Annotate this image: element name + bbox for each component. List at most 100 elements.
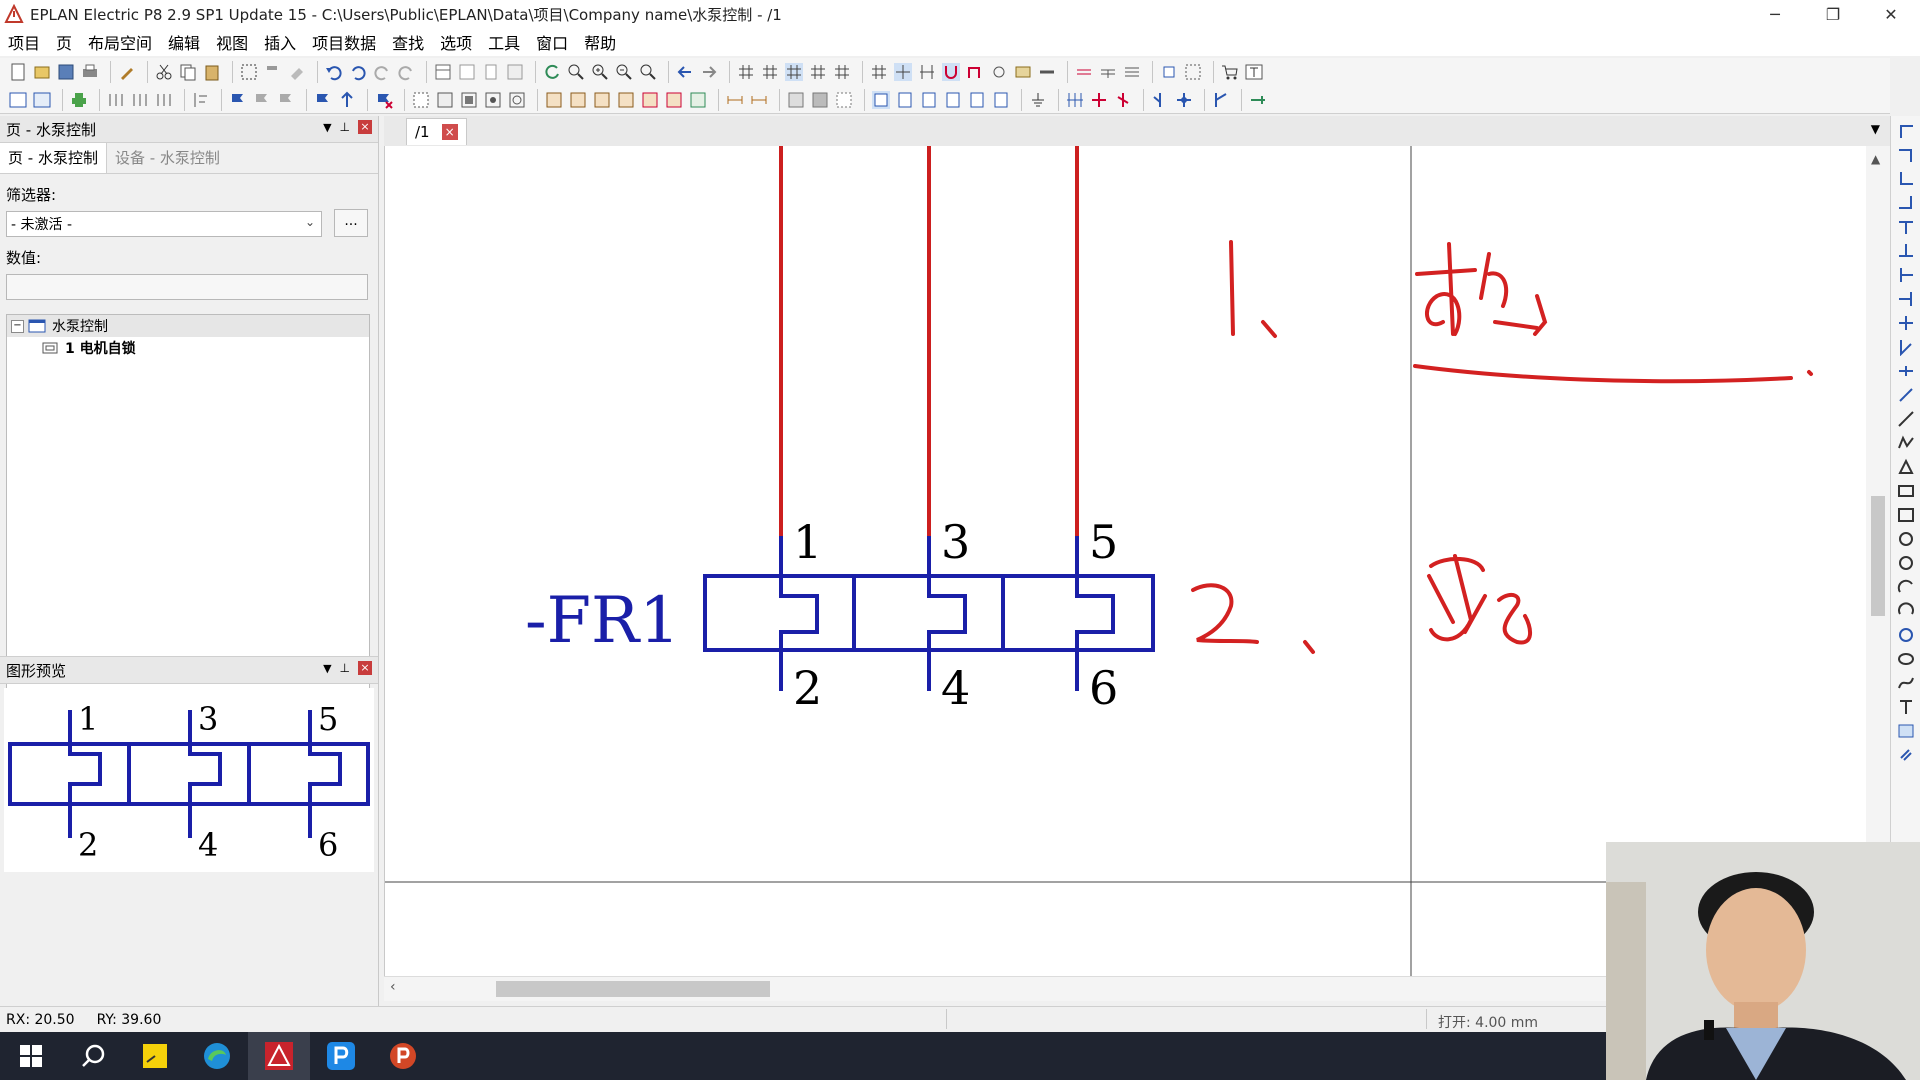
arc-3pt-icon[interactable] — [1897, 602, 1915, 620]
menu-insert[interactable]: 插入 — [256, 30, 304, 54]
connection-node-icon[interactable] — [1174, 90, 1194, 110]
menu-layout-space[interactable]: 布局空间 — [80, 30, 160, 54]
undo-icon[interactable] — [324, 62, 344, 82]
vertical-scroll-thumb[interactable] — [1871, 496, 1885, 616]
tee-left-icon[interactable] — [1897, 290, 1915, 308]
snap-object-icon[interactable] — [893, 62, 913, 82]
minimize-button[interactable]: ─ — [1746, 0, 1804, 28]
cross-ref-icon[interactable] — [337, 90, 357, 110]
corner-tl-icon[interactable] — [1897, 122, 1915, 140]
number-1-icon[interactable] — [106, 90, 126, 110]
value-input[interactable] — [6, 274, 368, 300]
black-box-icon[interactable] — [459, 90, 479, 110]
taskbar-powerpoint[interactable] — [372, 1032, 434, 1080]
menu-view[interactable]: 视图 — [208, 30, 256, 54]
menu-window[interactable]: 窗口 — [528, 30, 576, 54]
taskbar-search-button[interactable] — [62, 1032, 124, 1080]
tab-list-dropdown-icon[interactable]: ▼ — [1871, 122, 1880, 136]
corner-bl-icon[interactable] — [1897, 170, 1915, 188]
eraser-icon[interactable] — [287, 62, 307, 82]
link-icon[interactable] — [1248, 90, 1268, 110]
refresh-icon[interactable] — [542, 62, 562, 82]
zoom-window-icon[interactable] — [566, 62, 586, 82]
device-select-icon[interactable] — [411, 90, 431, 110]
report-b-icon[interactable] — [568, 90, 588, 110]
page-table-icon[interactable] — [457, 62, 477, 82]
menu-edit[interactable]: 编辑 — [160, 30, 208, 54]
text-frame-icon[interactable] — [1244, 62, 1264, 82]
interrupt-point-icon[interactable] — [313, 90, 333, 110]
close-panel-icon[interactable]: × — [358, 661, 372, 675]
device-tag-label[interactable]: -FR1 — [525, 584, 680, 658]
report-a-icon[interactable] — [544, 90, 564, 110]
page-move-icon[interactable] — [919, 90, 939, 110]
filter-more-button[interactable]: ... — [334, 209, 368, 237]
hatch-b-icon[interactable] — [810, 90, 830, 110]
scroll-up-icon[interactable]: ▲ — [1871, 152, 1880, 166]
save-icon[interactable] — [56, 62, 76, 82]
bus-icon[interactable] — [1074, 62, 1094, 82]
terminal-icon[interactable] — [1159, 62, 1179, 82]
report-d-icon[interactable] — [616, 90, 636, 110]
sector-icon[interactable] — [1897, 626, 1915, 644]
cross-icon[interactable] — [1897, 314, 1915, 332]
image-icon[interactable] — [1897, 722, 1915, 740]
potential-icon[interactable] — [1098, 62, 1118, 82]
menu-options[interactable]: 选项 — [432, 30, 480, 54]
hatch-a-icon[interactable] — [786, 90, 806, 110]
image-frame-icon[interactable] — [1897, 506, 1915, 524]
symbol-icon[interactable] — [989, 62, 1009, 82]
rectangle-icon[interactable] — [1897, 482, 1915, 500]
zoom-in-icon[interactable] — [590, 62, 610, 82]
taskbar-p-app[interactable] — [310, 1032, 372, 1080]
filter-select[interactable]: - 未激活 - ⌄ — [6, 211, 322, 237]
break-icon[interactable] — [1897, 362, 1915, 380]
undo-list-icon[interactable] — [348, 62, 368, 82]
hatch-c-icon[interactable] — [834, 90, 854, 110]
zoom-all-icon[interactable] — [638, 62, 658, 82]
jumper-icon[interactable] — [1897, 386, 1915, 404]
horizontal-scroll-thumb[interactable] — [496, 981, 770, 997]
paste-icon[interactable] — [202, 62, 222, 82]
tab-page-1[interactable]: /1 × — [406, 118, 467, 145]
page-properties-icon[interactable] — [8, 90, 28, 110]
dropdown-arrow-icon[interactable]: ▼ — [323, 662, 331, 675]
ellipse-icon[interactable] — [1897, 650, 1915, 668]
text-icon[interactable] — [1897, 698, 1915, 716]
connection-icon[interactable] — [965, 62, 985, 82]
menu-help[interactable]: 帮助 — [576, 30, 624, 54]
magnet-icon[interactable] — [941, 62, 961, 82]
circle-3pt-icon[interactable] — [1897, 554, 1915, 572]
pin-icon[interactable]: ⊥ — [340, 120, 350, 134]
circle-icon[interactable] — [1897, 530, 1915, 548]
device-table-icon[interactable] — [435, 90, 455, 110]
number-3-icon[interactable] — [154, 90, 174, 110]
tree-root[interactable]: − 水泵控制 — [7, 315, 369, 337]
open-project-icon[interactable] — [32, 62, 52, 82]
flag-c-icon[interactable] — [276, 90, 296, 110]
report-e-icon[interactable] — [640, 90, 660, 110]
tee-down-icon[interactable] — [1897, 218, 1915, 236]
tee-right-icon[interactable] — [1897, 266, 1915, 284]
arc-icon[interactable] — [1897, 578, 1915, 596]
page-new-icon[interactable] — [481, 62, 501, 82]
grid-d-icon[interactable] — [808, 62, 828, 82]
dimension-b-icon[interactable] — [749, 90, 769, 110]
ground-icon[interactable] — [1028, 90, 1048, 110]
plugin-icon[interactable] — [69, 90, 89, 110]
grid-a-icon[interactable] — [736, 62, 756, 82]
close-button[interactable]: ✕ — [1862, 0, 1920, 28]
hyperlink-icon[interactable] — [1897, 746, 1915, 764]
tee-up-icon[interactable] — [1897, 242, 1915, 260]
new-project-icon[interactable] — [8, 62, 28, 82]
page-export-icon[interactable] — [967, 90, 987, 110]
connection-point-icon[interactable] — [1150, 90, 1170, 110]
page-nav-icon[interactable] — [433, 62, 453, 82]
forward-arrow-icon[interactable] — [699, 62, 719, 82]
flag-a-icon[interactable] — [228, 90, 248, 110]
report-f-icon[interactable] — [664, 90, 684, 110]
page-import-icon[interactable] — [991, 90, 1011, 110]
page-rotate-icon[interactable] — [943, 90, 963, 110]
redo-icon[interactable] — [372, 62, 392, 82]
scroll-left-icon[interactable]: ‹ — [390, 979, 396, 995]
